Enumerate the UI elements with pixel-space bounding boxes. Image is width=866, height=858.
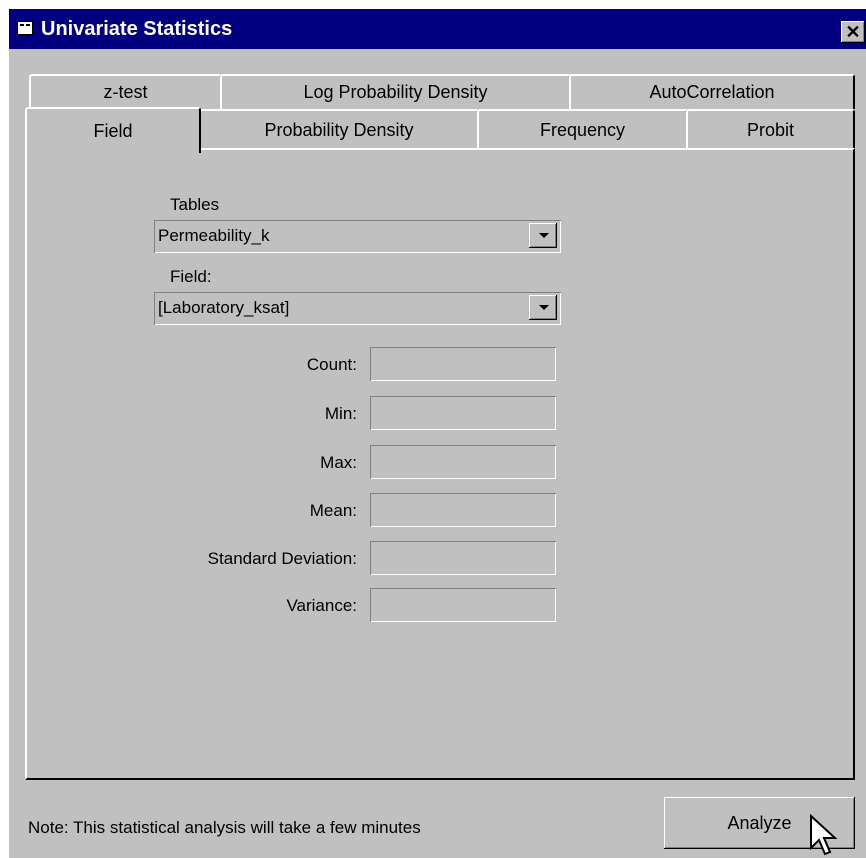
chevron-down-icon[interactable] [529, 223, 557, 248]
mouse-pointer-icon [810, 814, 837, 856]
close-icon: ✕ [845, 22, 861, 42]
variance-label: Variance: [286, 596, 357, 615]
standard-deviation-label: Standard Deviation: [207, 549, 357, 568]
tab-probit[interactable]: Probit [686, 109, 855, 149]
field-combo[interactable]: [Laboratory_ksat] [154, 292, 561, 325]
variance-field[interactable] [370, 588, 556, 622]
form-window-icon [17, 21, 33, 36]
count-field[interactable] [370, 347, 556, 381]
note-text: Note: This statistical analysis will tak… [28, 818, 421, 837]
window-title: Univariate Statistics [41, 18, 233, 40]
min-field[interactable] [370, 396, 556, 430]
tables-value: Permeability_k [158, 226, 270, 245]
count-label: Count: [306, 355, 357, 374]
title-bar[interactable]: Univariate Statistics ✕ [9, 9, 866, 49]
tab-z-test[interactable]: z-test [29, 74, 222, 109]
tables-label: Tables [170, 195, 220, 214]
tab-probability-density[interactable]: Probability Density [199, 109, 479, 149]
mean-field[interactable] [370, 493, 556, 527]
max-field[interactable] [370, 445, 556, 479]
field-label: Field: [170, 267, 212, 286]
tab-field[interactable]: Field [25, 107, 201, 153]
standard-deviation-field[interactable] [370, 541, 556, 575]
tables-combo[interactable]: Permeability_k [154, 220, 561, 253]
close-button[interactable]: ✕ [841, 21, 865, 43]
chevron-down-icon[interactable] [529, 295, 557, 320]
tab-frequency[interactable]: Frequency [477, 109, 688, 149]
dialog-window: Univariate Statistics ✕ z-test Log Proba… [9, 9, 866, 858]
tab-log-probability-density[interactable]: Log Probability Density [220, 74, 571, 109]
tab-autocorrelation[interactable]: AutoCorrelation [569, 74, 855, 109]
min-label: Min: [324, 404, 357, 423]
max-label: Max: [320, 453, 357, 472]
field-value: [Laboratory_ksat] [158, 298, 290, 317]
mean-label: Mean: [309, 501, 357, 520]
